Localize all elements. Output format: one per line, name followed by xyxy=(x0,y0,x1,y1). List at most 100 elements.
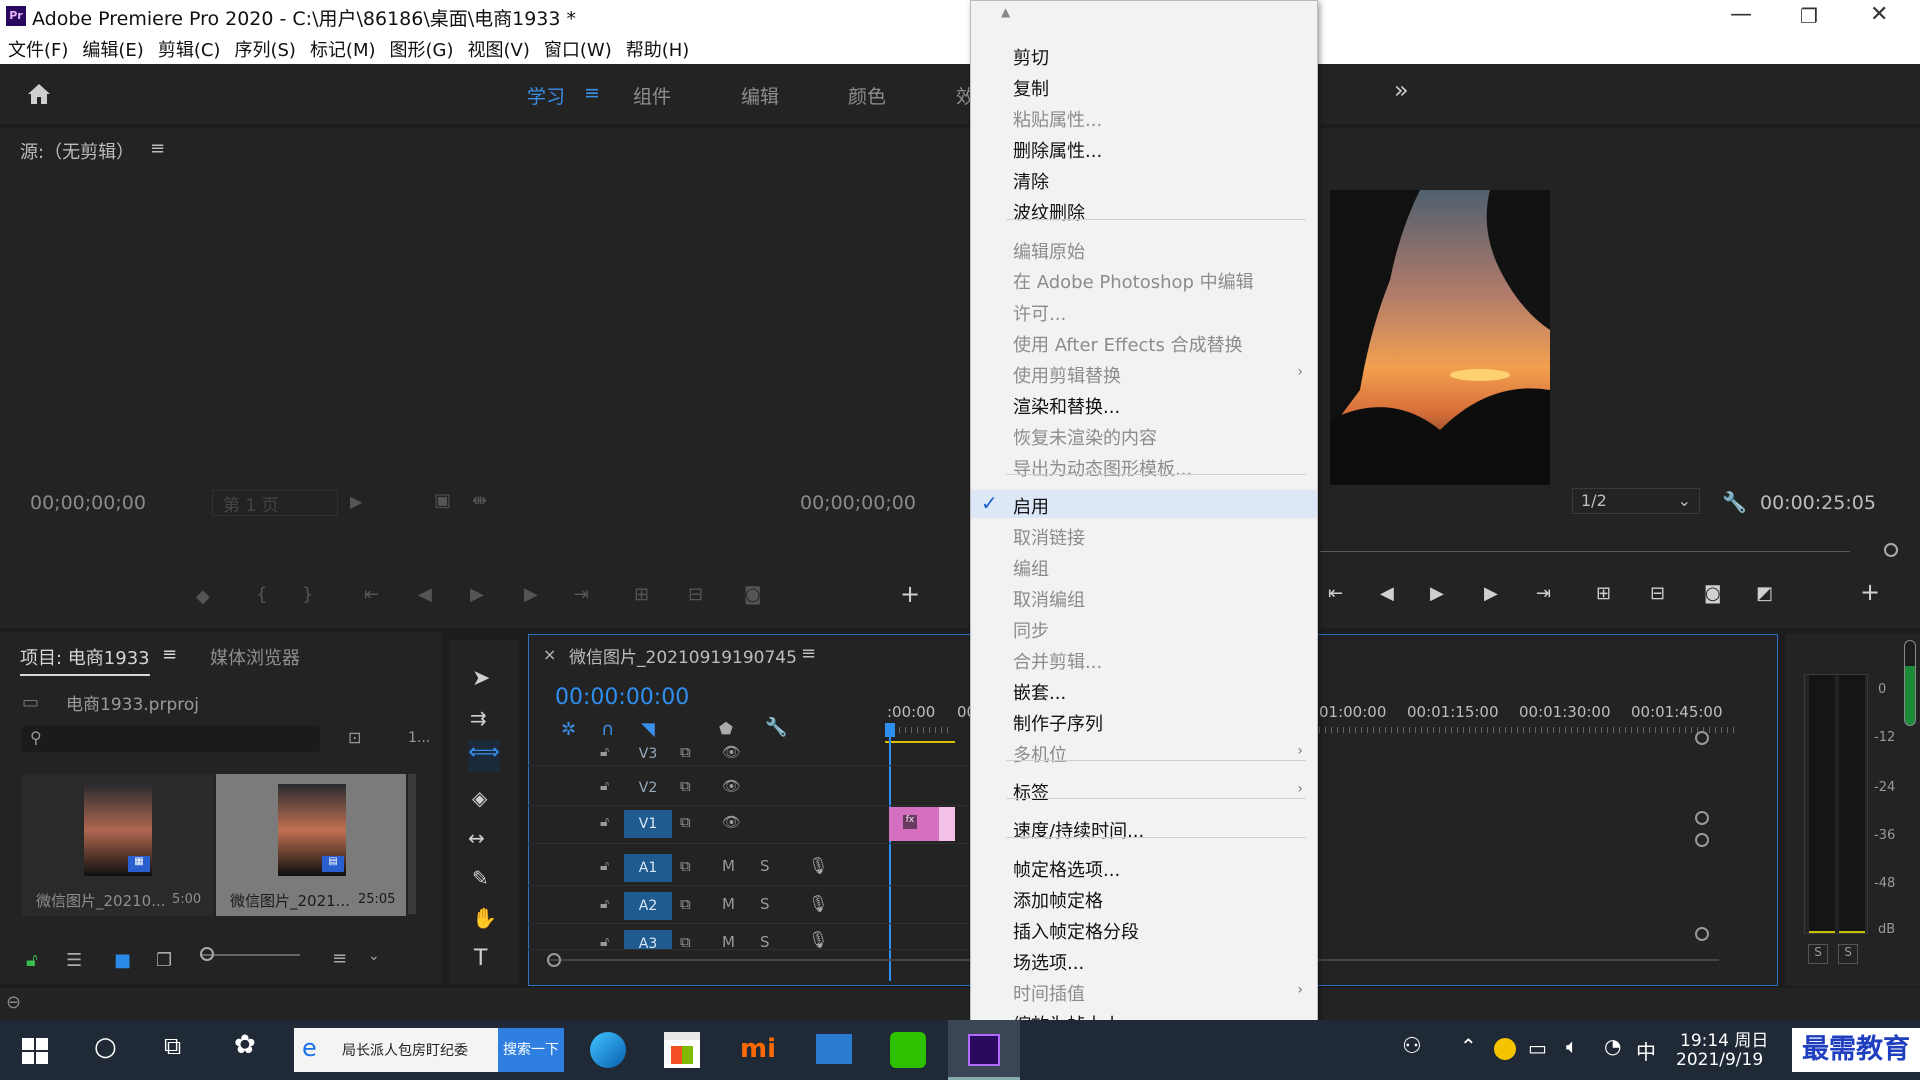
audio-scroll-handle[interactable] xyxy=(1695,927,1709,941)
go-to-in-icon[interactable]: ⇤ xyxy=(364,584,379,605)
step-forward-icon[interactable]: ▶ xyxy=(524,584,538,605)
search-button[interactable]: 搜索一下 xyxy=(498,1028,564,1072)
menu-help[interactable]: 帮助(H) xyxy=(619,32,697,62)
pen-tool-icon[interactable]: ✎ xyxy=(472,866,489,890)
linked-selection-icon[interactable]: ∩ xyxy=(601,719,614,740)
menu-view[interactable]: 视图(V) xyxy=(461,32,537,62)
step-back-icon[interactable]: ◀ xyxy=(1380,583,1394,604)
sync-lock-icon[interactable]: ⧉ xyxy=(680,895,691,913)
sync-lock-icon[interactable]: ⧉ xyxy=(680,813,691,831)
lift-icon[interactable]: ⊞ xyxy=(1596,583,1611,604)
mute-button[interactable]: M xyxy=(722,933,735,949)
icon-view-icon[interactable]: ■ xyxy=(114,950,131,971)
step-forward-icon[interactable]: ▶ xyxy=(1484,583,1498,604)
hand-tool-icon[interactable]: ✋ xyxy=(472,906,497,930)
solo-left-button[interactable]: S xyxy=(1808,944,1828,964)
insert-clip-icon[interactable]: ⊞ xyxy=(634,584,649,605)
menu-graphics[interactable]: 图形(G) xyxy=(383,32,461,62)
context-menu-item[interactable]: 剪切 xyxy=(1013,44,1049,70)
tray-app-icon[interactable] xyxy=(1494,1038,1516,1060)
selection-tool-icon[interactable]: ➤ xyxy=(472,666,490,691)
list-view-icon[interactable]: ☰ xyxy=(66,950,82,971)
context-menu-item[interactable]: 标签 xyxy=(1013,779,1049,805)
mark-in-icon[interactable]: { xyxy=(256,584,267,605)
microphone-icon[interactable]: 🎙︎ xyxy=(808,930,828,949)
program-timecode[interactable]: 00:00:25:05 xyxy=(1760,492,1876,514)
menu-sequence[interactable]: 序列(S) xyxy=(227,32,302,62)
context-menu-item[interactable]: 制作子序列 xyxy=(1013,710,1103,736)
freeform-view-icon[interactable]: ❐ xyxy=(156,950,172,971)
task-view-icon[interactable]: ⧉ xyxy=(164,1032,181,1060)
source-timecode-left[interactable]: 00;00;00;00 xyxy=(30,492,146,514)
mail-icon[interactable] xyxy=(816,1034,852,1064)
zoom-slider-handle[interactable] xyxy=(200,947,214,961)
workspace-editing[interactable]: 编辑 xyxy=(741,82,779,109)
context-menu-item[interactable]: 嵌套... xyxy=(1013,679,1066,705)
clock-date[interactable]: 2021/9/19 xyxy=(1676,1050,1763,1070)
track-label[interactable]: V1 xyxy=(624,810,672,838)
store-icon[interactable] xyxy=(664,1032,700,1068)
eye-icon[interactable]: 👁︎ xyxy=(722,777,741,795)
premiere-taskbar-button[interactable] xyxy=(948,1020,1020,1080)
background-process-icon[interactable]: ⊖ xyxy=(6,992,21,1013)
video-scroll-handle[interactable] xyxy=(1695,811,1709,825)
edge-icon[interactable] xyxy=(590,1032,626,1068)
close-sequence-icon[interactable]: × xyxy=(543,645,556,664)
add-button-icon[interactable]: + xyxy=(1860,578,1880,606)
track-label[interactable]: V2 xyxy=(624,774,672,802)
lock-icon[interactable]: 🔓︎ xyxy=(600,778,609,794)
chevron-down-icon[interactable]: ⌄ xyxy=(368,948,380,964)
workspace-assembly[interactable]: 组件 xyxy=(633,82,671,109)
tab-media-browser[interactable]: 媒体浏览器 xyxy=(210,644,300,670)
taskbar-search-box[interactable]: e 局长派人包房盯纪委 xyxy=(294,1028,498,1072)
cortana-icon[interactable]: ○ xyxy=(94,1032,117,1062)
solo-button[interactable]: S xyxy=(760,895,770,913)
eye-icon[interactable]: 👁︎ xyxy=(722,743,741,761)
meter-scrollbar[interactable] xyxy=(1904,640,1916,726)
sort-icon[interactable]: ≡ xyxy=(332,948,347,969)
people-icon[interactable]: ⚇ xyxy=(1402,1034,1422,1059)
mark-out-icon[interactable]: } xyxy=(302,584,313,605)
context-menu-item[interactable]: 插入帧定格分段 xyxy=(1013,918,1139,944)
wifi-icon[interactable]: ◔ xyxy=(1604,1034,1621,1058)
wechat-icon[interactable] xyxy=(890,1032,926,1068)
zoom-slider[interactable] xyxy=(200,954,300,956)
context-menu-item[interactable]: 速度/持续时间... xyxy=(1013,817,1144,843)
video-scroll-handle[interactable] xyxy=(1695,731,1709,745)
context-menu-item[interactable]: 复制 xyxy=(1013,75,1049,101)
tab-project[interactable]: 项目: 电商1933 xyxy=(20,644,150,676)
context-menu-item[interactable]: 清除 xyxy=(1013,168,1049,194)
type-tool-icon[interactable]: T xyxy=(474,946,487,971)
ripple-edit-tool-icon[interactable]: ⟺ xyxy=(468,740,500,772)
sync-lock-icon[interactable]: ⧉ xyxy=(680,933,691,949)
project-menu-icon[interactable]: ≡ xyxy=(162,644,177,665)
solo-button[interactable]: S xyxy=(760,933,770,949)
lock-icon[interactable]: 🔓︎ xyxy=(26,950,38,971)
workspace-color[interactable]: 颜色 xyxy=(848,82,886,109)
workspace-more-icon[interactable]: » xyxy=(1394,76,1409,104)
workspace-menu-icon[interactable]: ≡ xyxy=(584,82,600,104)
menu-file[interactable]: 文件(F) xyxy=(0,32,75,62)
source-timecode-right[interactable]: 00;00;00;00 xyxy=(800,492,916,514)
solo-button[interactable]: S xyxy=(760,857,770,875)
go-to-out-icon[interactable]: ⇥ xyxy=(574,584,589,605)
context-menu-item[interactable]: 场选项... xyxy=(1013,949,1084,975)
extract-icon[interactable]: ⊟ xyxy=(1650,583,1665,604)
timeline-timecode[interactable]: 00:00:00:00 xyxy=(555,685,689,710)
overwrite-icon[interactable]: ⊟ xyxy=(688,584,703,605)
mi-icon[interactable]: mi xyxy=(740,1034,776,1064)
menu-edit[interactable]: 编辑(E) xyxy=(75,32,150,62)
track-label[interactable]: V3 xyxy=(624,740,672,768)
track-label[interactable]: A3 xyxy=(624,930,672,949)
context-menu-item[interactable]: 启用 xyxy=(1013,493,1049,519)
slip-tool-icon[interactable]: ↔ xyxy=(468,826,485,850)
add-button-icon[interactable]: + xyxy=(900,580,920,608)
eye-icon[interactable]: 👁︎ xyxy=(722,813,741,831)
volume-icon[interactable]: 🔈︎ xyxy=(1566,1034,1578,1058)
context-menu-item[interactable]: 渲染和替换... xyxy=(1013,393,1120,419)
add-marker-icon[interactable]: ◥ xyxy=(641,719,655,740)
h-scroll-handle[interactable] xyxy=(547,953,561,967)
context-menu-item[interactable]: 添加帧定格 xyxy=(1013,887,1103,913)
project-clip-1[interactable]: ▦ 微信图片_20210... 5:00 xyxy=(22,774,214,916)
project-search-input[interactable]: ⚲ xyxy=(22,726,320,752)
